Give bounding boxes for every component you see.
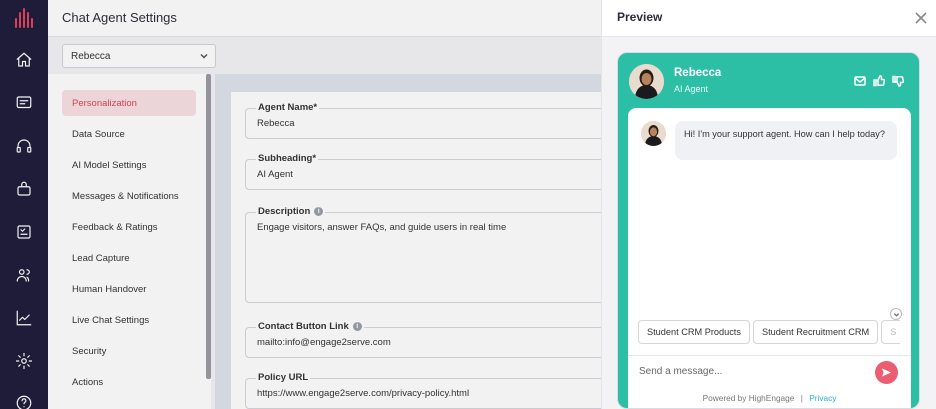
agent-name-value: Rebecca <box>257 118 295 129</box>
menu-item-feedback-ratings[interactable]: Feedback & Ratings <box>62 214 196 240</box>
users-icon[interactable] <box>13 264 35 286</box>
agent-select[interactable]: Rebecca <box>62 44 216 68</box>
agent-name-label: Agent Name* <box>256 102 320 113</box>
close-icon[interactable] <box>915 11 927 24</box>
chevron-down-icon[interactable] <box>890 308 902 320</box>
preview-panel: Preview Rebecca AI Agent Hi! I'm your su… <box>601 0 936 409</box>
chat-messages: Hi! I'm your support agent. How can I he… <box>628 108 911 355</box>
chat-widget: Rebecca AI Agent Hi! I'm your support ag… <box>617 52 920 409</box>
info-icon[interactable]: i <box>352 322 362 331</box>
chevron-down-icon <box>199 51 209 61</box>
email-icon[interactable] <box>854 75 866 87</box>
preview-title: Preview <box>617 10 663 24</box>
settings-area: Chat Agent Settings Rebecca Personalizat… <box>48 0 625 409</box>
page-title: Chat Agent Settings <box>62 10 177 25</box>
menu-item-ai-model-settings[interactable]: AI Model Settings <box>62 152 196 178</box>
menu-scrollbar[interactable] <box>206 74 211 379</box>
menu-item-human-handover[interactable]: Human Handover <box>62 276 196 302</box>
contact-link-field[interactable]: Contact Button Link i mailto:info@engage2… <box>245 321 625 358</box>
message-input-placeholder: Send a message... <box>639 366 723 377</box>
header-actions <box>854 75 904 87</box>
bot-message: Hi! I'm your support agent. How can I he… <box>675 121 897 160</box>
menu-item-live-chat-settings[interactable]: Live Chat Settings <box>62 307 196 333</box>
chart-icon[interactable] <box>13 307 35 329</box>
suggestion-chip[interactable]: S <box>881 320 900 344</box>
info-icon[interactable]: i <box>314 207 324 216</box>
powered-by-text: Powered by HighEngage <box>702 393 795 403</box>
suggestion-chip[interactable]: Student Recruitment CRM <box>752 320 879 344</box>
form-card: Agent Name* Rebecca Subheading* AI Agent… <box>231 92 625 409</box>
powered-by: Powered by HighEngage | Privacy <box>628 393 911 403</box>
message-icon[interactable] <box>13 92 35 114</box>
agent-name: Rebecca <box>674 67 722 79</box>
settings-content: Agent Name* Rebecca Subheading* AI Agent… <box>215 74 625 409</box>
chat-footer: Send a message... Powered by HighEngage … <box>628 355 911 408</box>
headset-icon[interactable] <box>13 135 35 157</box>
menu-item-actions[interactable]: Actions <box>62 369 196 395</box>
description-field[interactable]: Description i Engage visitors, answer FAQ… <box>245 206 625 303</box>
policy-url-value: https://www.engage2serve.com/privacy-pol… <box>257 388 470 399</box>
nav-rail <box>0 0 48 409</box>
send-button[interactable] <box>875 361 898 384</box>
thumbs-up-icon[interactable] <box>873 75 885 87</box>
message-input[interactable]: Send a message... <box>628 355 911 387</box>
suggestion-chip[interactable]: Student CRM Products <box>638 320 750 344</box>
logo-icon[interactable] <box>13 8 35 28</box>
settings-menu: Personalization Data Source AI Model Set… <box>48 74 211 409</box>
subheading-label: Subheading* <box>256 153 319 164</box>
menu-item-lead-capture[interactable]: Lead Capture <box>62 245 196 271</box>
description-value: Engage visitors, answer FAQs, and guide … <box>257 222 507 233</box>
subheading-value: AI Agent <box>257 169 293 180</box>
top-bar: Chat Agent Settings <box>48 0 601 37</box>
footer-separator: | <box>800 393 803 403</box>
thumbs-down-icon[interactable] <box>892 75 904 87</box>
contact-link-value: mailto:info@engage2serve.com <box>257 337 391 348</box>
agent-subheading: AI Agent <box>674 84 709 94</box>
send-icon <box>881 368 892 377</box>
settings-icon[interactable] <box>13 350 35 372</box>
subheading-field[interactable]: Subheading* AI Agent <box>245 153 625 190</box>
menu-item-data-source[interactable]: Data Source <box>62 121 196 147</box>
policy-url-field[interactable]: Policy URL https://www.engage2serve.com/… <box>245 372 625 409</box>
description-label: Description i <box>256 206 326 217</box>
bag-icon[interactable] <box>13 178 35 200</box>
suggestion-chips: Student CRM Products Student Recruitment … <box>638 320 900 348</box>
contact-link-label: Contact Button Link i <box>256 321 364 332</box>
avatar <box>629 64 664 99</box>
menu-item-personalization[interactable]: Personalization <box>62 90 196 116</box>
help-icon[interactable] <box>13 392 35 409</box>
home-icon[interactable] <box>13 49 35 71</box>
policy-url-label: Policy URL <box>256 372 311 383</box>
avatar <box>641 121 666 146</box>
privacy-link[interactable]: Privacy <box>809 393 836 403</box>
menu-item-messages-notifications[interactable]: Messages & Notifications <box>62 183 196 209</box>
agent-select-value: Rebecca <box>71 51 111 62</box>
checklist-icon[interactable] <box>13 221 35 243</box>
menu-item-security[interactable]: Security <box>62 338 196 364</box>
agent-name-field[interactable]: Agent Name* Rebecca <box>245 102 625 139</box>
